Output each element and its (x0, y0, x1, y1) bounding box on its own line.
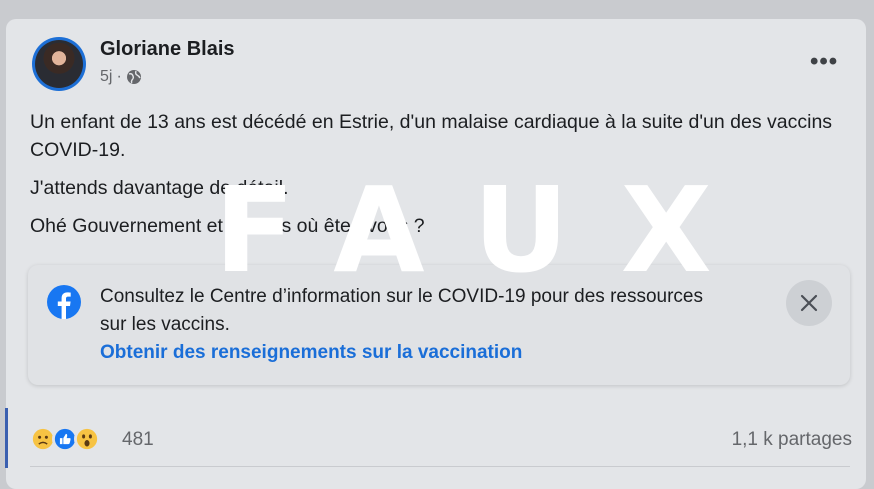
reaction-icons[interactable] (30, 426, 100, 452)
meta-separator: · (116, 68, 122, 85)
wow-reaction-icon (74, 426, 100, 452)
post-paragraph: Un enfant de 13 ans est décédé en Estrie… (30, 111, 833, 161)
author-avatar[interactable] (32, 37, 86, 91)
vaccination-info-link[interactable]: Obtenir des renseignements sur la vaccin… (100, 342, 522, 364)
left-accent-bar (5, 408, 8, 468)
avatar-photo (35, 40, 83, 88)
post-meta: 5j · (100, 68, 142, 86)
post-time[interactable]: 5j (100, 68, 112, 86)
close-icon (800, 294, 818, 312)
shares-count[interactable]: 1,1 k partages (732, 429, 852, 451)
globe-icon (126, 70, 141, 84)
more-options-icon[interactable]: ••• (810, 50, 838, 74)
reaction-count[interactable]: 481 (122, 429, 154, 451)
author-name[interactable]: Gloriane Blais (100, 38, 235, 61)
footer-divider (30, 466, 850, 467)
faux-stamp: FAUX (214, 161, 764, 299)
